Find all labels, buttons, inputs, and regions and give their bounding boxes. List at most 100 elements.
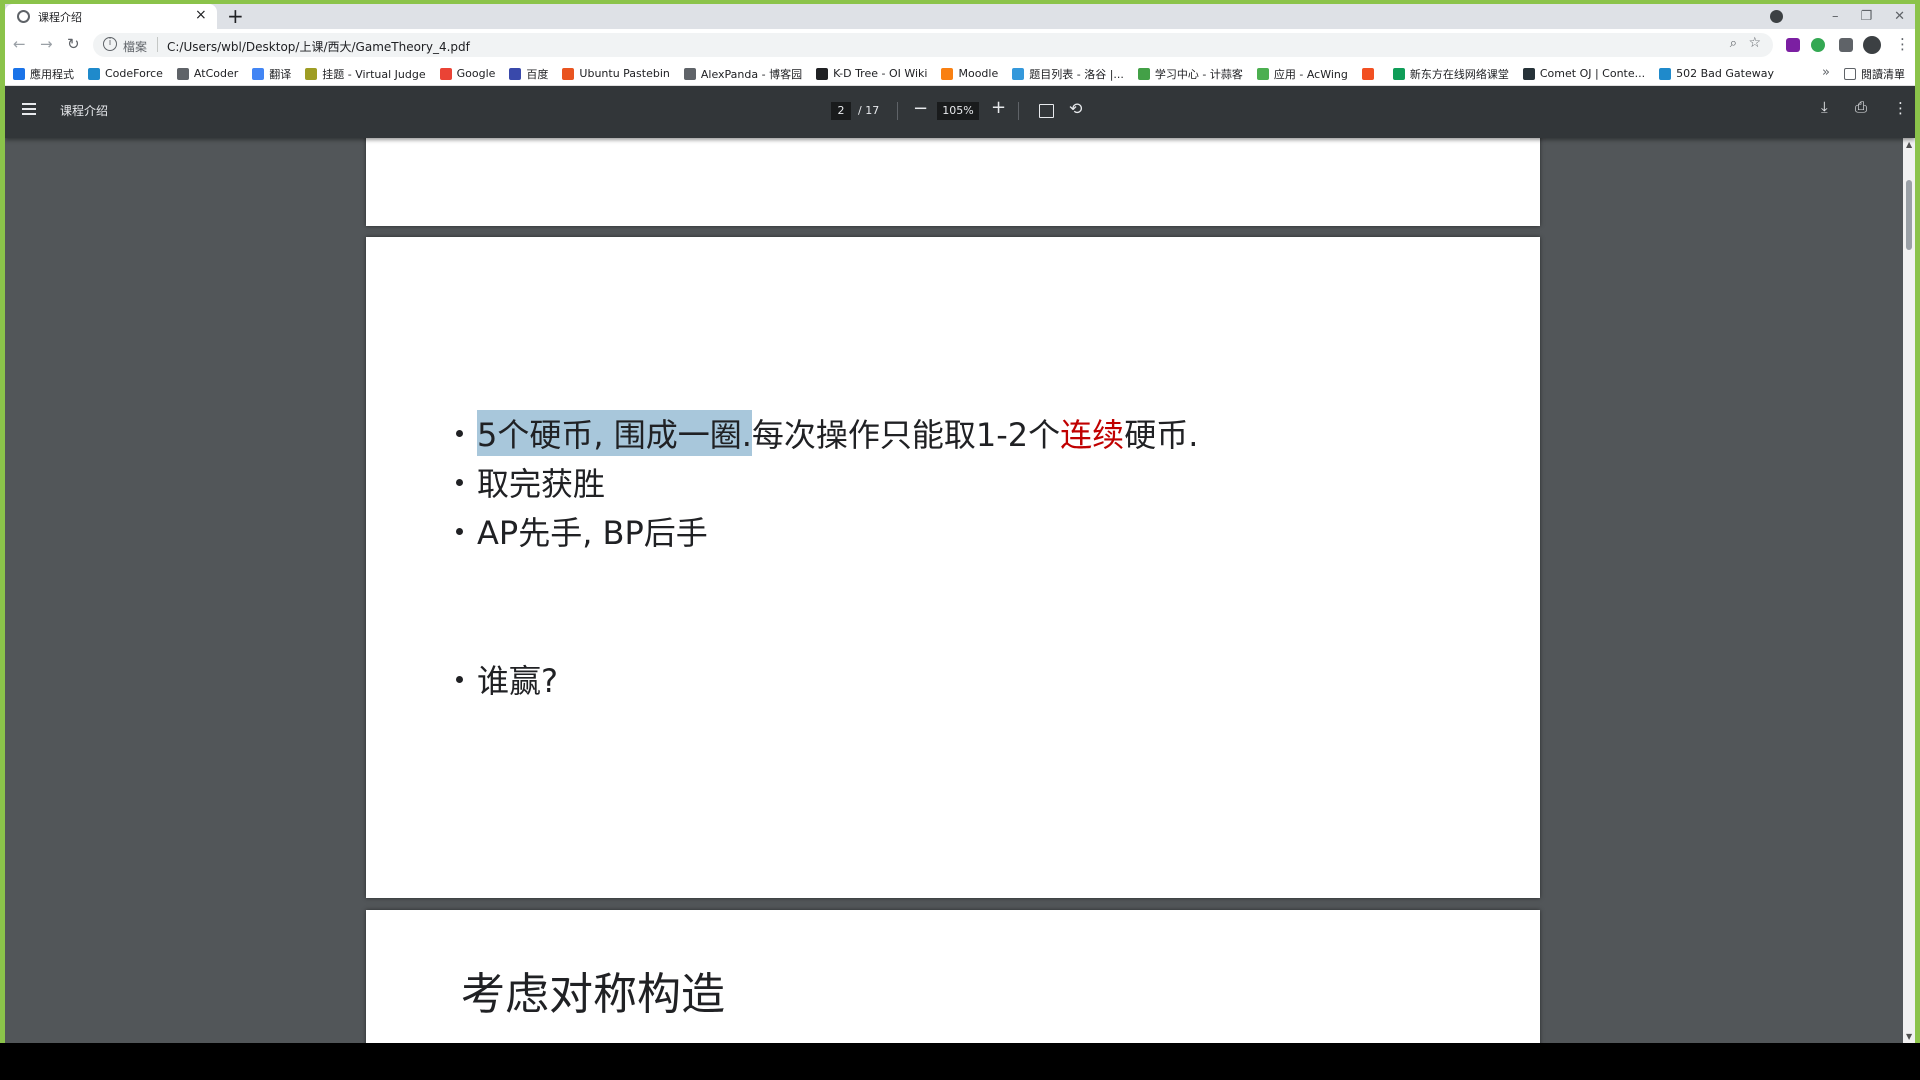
- pdf-page-2: 5个硬币, 围成一圈. 每次操作只能取1-2个 连续 硬币. 取完获胜 AP先手…: [366, 237, 1540, 898]
- zoom-level-input[interactable]: 105%: [937, 102, 979, 120]
- bookmark-item[interactable]: 题目列表 - 洛谷 |...: [1012, 66, 1124, 82]
- bookmark-item[interactable]: AlexPanda - 博客园: [683, 66, 803, 82]
- bookmark-item[interactable]: 百度: [509, 66, 548, 82]
- bookmark-favicon-icon: [305, 67, 318, 80]
- globe-icon: [17, 10, 30, 23]
- bookmark-label: 学习中心 - 计蒜客: [1154, 67, 1243, 81]
- bookmark-favicon-icon: [1522, 67, 1535, 80]
- bookmark-item[interactable]: 應用程式: [13, 66, 74, 82]
- bookmark-item[interactable]: CodeForce: [88, 67, 163, 80]
- back-button[interactable]: ←: [13, 35, 26, 53]
- bookmark-label: Comet OJ | Conte...: [1539, 67, 1646, 80]
- bullet-dot: [456, 478, 463, 486]
- document-title: 课程介绍: [60, 104, 109, 118]
- bookmark-label: AtCoder: [193, 67, 239, 80]
- bookmark-item[interactable]: AtCoder: [176, 67, 239, 80]
- reload-button[interactable]: ↻: [67, 35, 80, 53]
- bookmark-label: Google: [456, 67, 496, 80]
- bookmark-favicon-icon: [252, 67, 265, 80]
- bookmark-star-icon[interactable]: ☆: [1748, 35, 1761, 51]
- zoom-icon[interactable]: ⌕: [1730, 36, 1737, 51]
- browser-toolbar: ← → ↻ i 檔案 C:/Users/wbl/Desktop/上课/西大/Ga…: [5, 29, 1915, 61]
- bookmark-item[interactable]: 新东方在线网络课堂: [1392, 66, 1509, 82]
- tab-current[interactable]: 课程介绍 ×: [5, 4, 217, 29]
- bookmark-item[interactable]: 挂题 - Virtual Judge: [305, 66, 426, 82]
- page-number-input[interactable]: 2: [831, 102, 851, 120]
- close-tab-icon[interactable]: ×: [195, 7, 207, 23]
- bookmark-item[interactable]: Moodle: [941, 67, 998, 80]
- bookmark-favicon-icon: [509, 67, 522, 80]
- url-scheme-label: 檔案: [123, 40, 148, 54]
- bookmarks-bar: 應用程式 CodeForce AtCoder 翻译 挂题 - Virtual Judge…: [5, 61, 1915, 86]
- bookmark-favicon-icon: [1392, 67, 1405, 80]
- rotate-icon[interactable]: ⟲: [1069, 99, 1082, 118]
- bookmark-item[interactable]: 翻译: [252, 66, 291, 82]
- extensions-puzzle-icon[interactable]: [1839, 38, 1853, 52]
- bookmark-label: 翻译: [269, 67, 292, 81]
- bookmark-item[interactable]: Ubuntu Pastebin: [562, 67, 670, 80]
- scroll-thumb[interactable]: [1906, 180, 1912, 250]
- print-icon[interactable]: ⎙: [1855, 98, 1867, 116]
- close-window-button[interactable]: ✕: [1894, 9, 1905, 24]
- bookmark-favicon-icon: [439, 67, 452, 80]
- slide-bullet-2: 取完获胜: [456, 459, 605, 505]
- bookmark-item[interactable]: K-D Tree - OI Wiki: [816, 67, 927, 80]
- slide-bullet-1: 5个硬币, 围成一圈. 每次操作只能取1-2个 连续 硬币.: [456, 410, 1198, 456]
- browser-window: 课程介绍 × + – ❐ ✕ ← → ↻ i 檔案 C:/Users/wbl/D…: [0, 0, 1920, 1043]
- slide-text: 取完获胜: [477, 465, 606, 503]
- bookmark-item[interactable]: Comet OJ | Conte...: [1522, 67, 1646, 80]
- minimize-button[interactable]: –: [1832, 9, 1839, 24]
- bookmark-item[interactable]: 学习中心 - 计蒜客: [1137, 66, 1243, 82]
- fit-to-page-icon[interactable]: [1039, 104, 1054, 118]
- tab-search-icon[interactable]: [1770, 10, 1783, 23]
- tab-title: 课程介绍: [38, 11, 82, 24]
- bookmark-label: 應用程式: [30, 67, 74, 81]
- scroll-down-icon[interactable]: ▼: [1906, 1032, 1912, 1041]
- divider: [1018, 102, 1019, 120]
- bookmark-label: Ubuntu Pastebin: [579, 67, 670, 80]
- info-icon[interactable]: i: [103, 37, 117, 51]
- pdf-toolbar: 课程介绍 2 / 17 − 105% + ⟲ ⤓ ⎙ ⋮: [5, 86, 1915, 138]
- highlighted-text: 5个硬币, 围成一圈.: [477, 410, 752, 456]
- bookmark-item[interactable]: [1361, 67, 1379, 80]
- bookmark-favicon-icon: [1361, 67, 1374, 80]
- browser-menu-icon[interactable]: ⋮: [1895, 35, 1910, 53]
- bookmark-label: 题目列表 - 洛谷 |...: [1029, 67, 1124, 81]
- bookmark-favicon-icon: [176, 67, 189, 80]
- address-bar[interactable]: i 檔案 C:/Users/wbl/Desktop/上课/西大/GameTheo…: [93, 33, 1773, 57]
- sidebar-menu-icon[interactable]: [22, 103, 36, 115]
- pdf-page-3: 考虑对称构造: [366, 910, 1540, 1043]
- slide-bullet-3: AP先手, BP后手: [456, 508, 708, 554]
- bookmark-item[interactable]: 502 Bad Gateway: [1659, 67, 1774, 80]
- slide-text: 硬币.: [1124, 416, 1199, 454]
- bookmark-favicon-icon: [1012, 67, 1025, 80]
- bookmark-item[interactable]: Google: [439, 67, 496, 80]
- scroll-up-icon[interactable]: ▲: [1906, 140, 1912, 149]
- bookmark-label: 新东方在线网络课堂: [1409, 67, 1509, 81]
- zoom-in-button[interactable]: +: [991, 97, 1006, 118]
- slide-text: 每次操作只能取1-2个: [751, 416, 1061, 454]
- bullet-dot: [456, 429, 463, 437]
- scrollbar[interactable]: ▲ ▼: [1903, 138, 1915, 1043]
- bookmark-label: AlexPanda - 博客园: [700, 67, 803, 81]
- reading-list-label: 閱讀清單: [1861, 68, 1905, 81]
- bullet-dot: [456, 527, 463, 535]
- bookmark-favicon-icon: [683, 67, 696, 80]
- reading-list-button[interactable]: 閱讀清單: [1844, 66, 1905, 82]
- extension-grammar-icon[interactable]: [1811, 38, 1825, 52]
- bookmark-item[interactable]: 应用 - AcWing: [1256, 66, 1348, 82]
- bookmark-favicon-icon: [941, 67, 954, 80]
- download-icon[interactable]: ⤓: [1821, 98, 1828, 116]
- extension-icon[interactable]: [1786, 38, 1800, 52]
- bookmark-label: K-D Tree - OI Wiki: [833, 67, 928, 80]
- zoom-out-button[interactable]: −: [913, 98, 928, 119]
- restore-button[interactable]: ❐: [1860, 9, 1872, 24]
- bookmark-label: 挂题 - Virtual Judge: [322, 67, 426, 81]
- more-actions-icon[interactable]: ⋮: [1893, 99, 1908, 117]
- new-tab-button[interactable]: +: [227, 4, 244, 28]
- url-text[interactable]: C:/Users/wbl/Desktop/上课/西大/GameTheory_4.…: [167, 38, 470, 55]
- avatar[interactable]: [1863, 36, 1881, 54]
- forward-button[interactable]: →: [40, 35, 53, 53]
- bookmark-favicon-icon: [1659, 67, 1672, 80]
- bookmarks-overflow-button[interactable]: »: [1822, 65, 1830, 80]
